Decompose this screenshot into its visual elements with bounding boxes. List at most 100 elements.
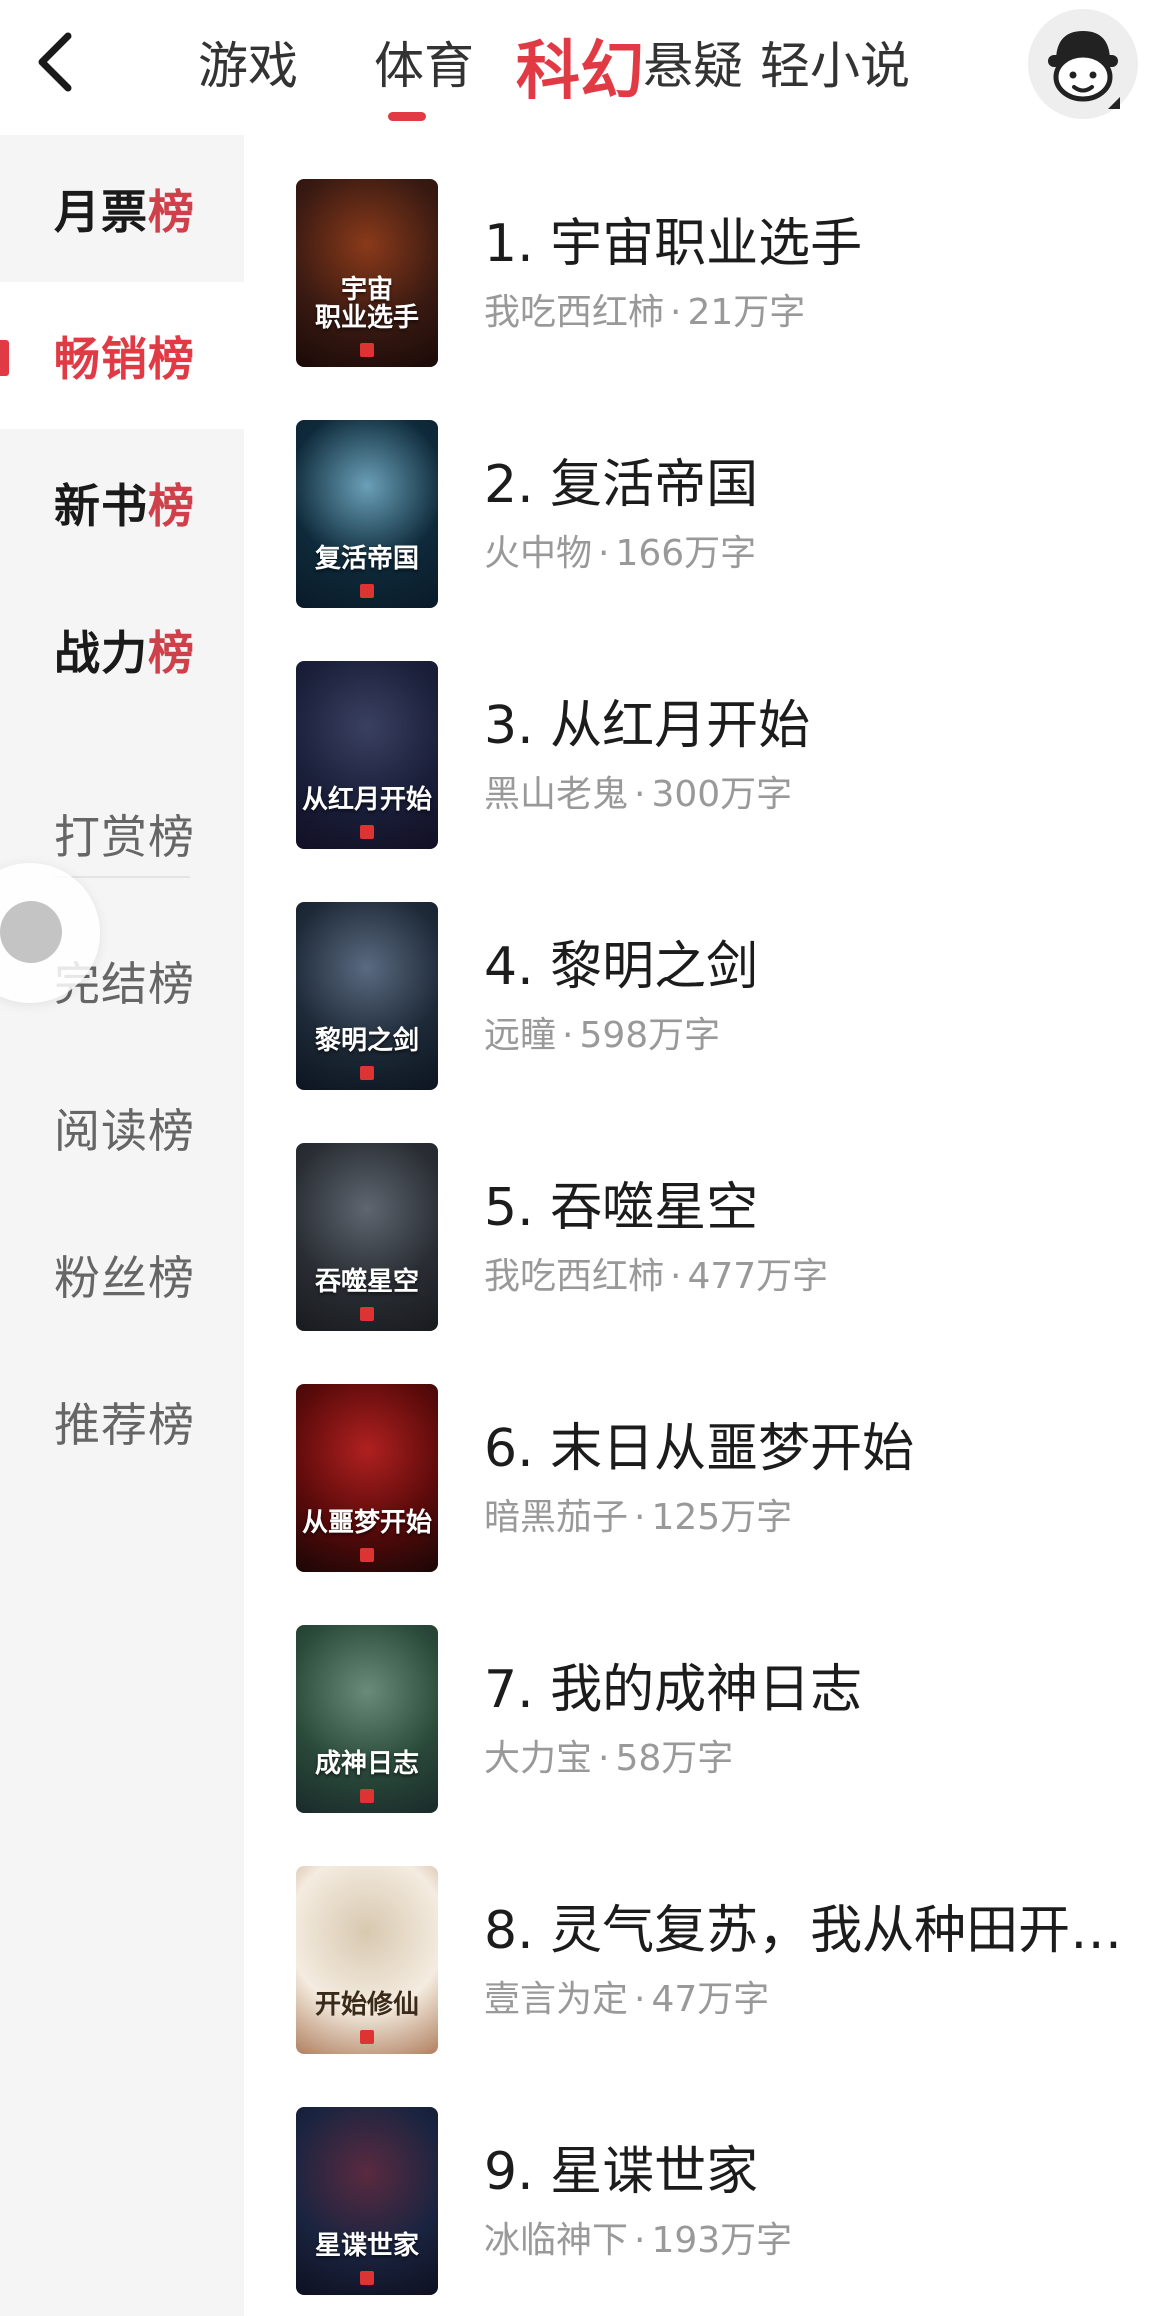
book-list-item[interactable]: 从红月开始 3. 从红月开始黑山老鬼 · 300万字 xyxy=(244,617,1176,859)
cover-title-text: 宇宙 职业选手 xyxy=(314,274,419,334)
tab-mystery[interactable]: 悬疑 xyxy=(643,26,743,98)
publisher-logo-icon xyxy=(360,343,374,357)
cover-title-text: 成神日志 xyxy=(314,1749,419,1780)
book-title[interactable]: 5. 吞噬星空 xyxy=(484,1165,1134,1240)
book-list-item[interactable]: 宇宙 职业选手 1. 宇宙职业选手我吃西红柿 · 21万字 xyxy=(244,135,1176,377)
book-word-count: 598万字 xyxy=(579,1015,721,1056)
book-word-count: 300万字 xyxy=(651,774,793,815)
sidebar-item-monthly-ticket[interactable]: 月票榜 xyxy=(0,135,244,282)
book-cover-image[interactable]: 宇宙 职业选手 xyxy=(296,179,438,367)
book-meta: 我吃西红柿 · 21万字 xyxy=(484,283,805,335)
meta-separator: · xyxy=(634,774,646,815)
book-ranking-list: 宇宙 职业选手 1. 宇宙职业选手 我吃西红柿 · 21万字 复活帝国 2. 复活帝国 火中物… xyxy=(244,135,1176,2316)
sidebar-item-power[interactable]: 战力榜 xyxy=(0,576,244,723)
book-title[interactable]: 1. 宇宙职业选手 xyxy=(484,201,1134,276)
tab-light-novel[interactable]: 轻小说 xyxy=(760,26,910,98)
book-author: 冰临神下 xyxy=(484,2220,629,2261)
sidebar-item-label: 打赏榜 xyxy=(54,809,195,864)
book-title[interactable]: 8. 灵气复苏，我从种田开始修仙 xyxy=(484,1888,1134,1963)
book-title[interactable]: 4. 黎明之剑 xyxy=(484,924,1134,999)
book-cover-image[interactable]: 成神日志 xyxy=(296,1625,438,1813)
book-title[interactable]: 3. 从红月开始 xyxy=(484,683,1134,758)
meta-separator: · xyxy=(634,2220,646,2261)
book-word-count: 58万字 xyxy=(615,1738,734,1779)
publisher-logo-icon xyxy=(360,1789,374,1803)
book-title[interactable]: 2. 复活帝国 xyxy=(484,442,1134,517)
book-cover-image[interactable]: 吞噬星空 xyxy=(296,1143,438,1331)
book-list-item[interactable]: 开始修仙 8. 灵气复苏，我从种田开始修仙壹言为定·47万字 xyxy=(244,1822,1176,2064)
cover-title-text: 从噩梦开始 xyxy=(301,1508,432,1539)
book-cover-image[interactable]: 复活帝国 xyxy=(296,420,438,608)
book-author: 黑山老鬼 xyxy=(484,774,629,815)
ranking-sidebar: 月票榜 畅销榜 新书榜 战力榜 打赏榜 完结榜 阅读榜 粉丝榜 推荐榜 xyxy=(0,135,244,2316)
publisher-logo-icon xyxy=(360,584,374,598)
book-title[interactable]: 9. 星谍世家 xyxy=(484,2129,1134,2204)
book-author: 我吃西红柿 xyxy=(484,1256,665,1297)
book-title[interactable]: 6. 末日从噩梦开始 xyxy=(484,1406,1134,1481)
cover-title-text: 复活帝国 xyxy=(314,544,419,575)
tab-games[interactable]: 游戏 xyxy=(198,26,298,98)
book-meta: 我吃西红柿 · 477万字 xyxy=(484,1247,828,1299)
sidebar-item-reading[interactable]: 阅读榜 xyxy=(0,1054,244,1201)
sidebar-item-recommend[interactable]: 推荐榜 xyxy=(0,1348,244,1495)
publisher-logo-icon xyxy=(360,2271,374,2285)
meta-separator: · xyxy=(562,1015,574,1056)
book-list-item[interactable]: 吞噬星空 5. 吞噬星空我吃西红柿 · 477万字 xyxy=(244,1099,1176,1341)
meta-separator: · xyxy=(598,1738,610,1779)
book-list-item[interactable]: 成神日志 7. 我的成神日志大力宝 · 58万字 xyxy=(244,1581,1176,1823)
cover-title-text: 开始修仙 xyxy=(314,1990,419,2021)
sidebar-item-label: 战力榜 xyxy=(54,625,195,680)
book-cover-image[interactable]: 黎明之剑 xyxy=(296,902,438,1090)
publisher-logo-icon xyxy=(360,1066,374,1080)
assistant-face-icon xyxy=(0,901,62,963)
sidebar-item-new-books[interactable]: 新书榜 xyxy=(0,429,244,576)
book-author: 暗黑茄子 xyxy=(484,1497,629,1538)
cover-title-text: 星谍世家 xyxy=(314,2231,419,2262)
meta-separator: · xyxy=(670,292,682,333)
sidebar-item-label: 推荐榜 xyxy=(54,1397,195,1452)
sidebar-item-fans[interactable]: 粉丝榜 xyxy=(0,1201,244,1348)
tabs-fade-overlay xyxy=(970,0,1010,135)
active-tab-indicator xyxy=(388,112,426,121)
book-meta: 大力宝 · 58万字 xyxy=(484,1729,733,1781)
book-author: 我吃西红柿 xyxy=(484,292,665,333)
sidebar-item-label: 阅读榜 xyxy=(54,1103,195,1158)
book-list-item[interactable]: 星谍世家 9. 星谍世家冰临神下 · 193万字 xyxy=(244,2063,1176,2305)
book-cover-image[interactable]: 从噩梦开始 xyxy=(296,1384,438,1572)
sidebar-item-bestseller[interactable]: 畅销榜 xyxy=(0,282,244,429)
book-meta: 壹言为定 · 47万字 xyxy=(484,1970,769,2022)
cover-title-text: 吞噬星空 xyxy=(314,1267,419,1298)
book-meta: 远瞳 · 598万字 xyxy=(484,1006,720,1058)
category-tabs: 游戏 体育 科幻 悬疑 轻小说 xyxy=(160,0,1010,135)
meta-separator: · xyxy=(634,1497,646,1538)
publisher-logo-icon xyxy=(360,1548,374,1562)
book-cover-image[interactable]: 开始修仙 xyxy=(296,1866,438,2054)
sidebar-item-label: 新书榜 xyxy=(54,478,195,533)
book-list-item[interactable]: 复活帝国 2. 复活帝国火中物 · 166万字 xyxy=(244,376,1176,618)
book-author: 壹言为定 xyxy=(484,1979,629,2020)
book-meta: 火中物 · 166万字 xyxy=(484,524,756,576)
book-list-item[interactable]: 黎明之剑 4. 黎明之剑远瞳 · 598万字 xyxy=(244,858,1176,1100)
publisher-logo-icon xyxy=(360,1307,374,1321)
book-word-count: 477万字 xyxy=(687,1256,829,1297)
book-title[interactable]: 7. 我的成神日志 xyxy=(484,1647,1134,1722)
book-cover-image[interactable]: 星谍世家 xyxy=(296,2107,438,2295)
book-word-count: 193万字 xyxy=(651,2220,793,2261)
avatar-button[interactable] xyxy=(1028,9,1138,119)
book-meta: 暗黑茄子 · 125万字 xyxy=(484,1488,792,1540)
meta-separator: · xyxy=(634,1979,646,2020)
tab-scifi[interactable]: 科幻 xyxy=(516,20,644,112)
tab-sports[interactable]: 体育 xyxy=(374,26,474,98)
publisher-logo-icon xyxy=(360,2030,374,2044)
active-indicator xyxy=(0,340,9,376)
book-list-item[interactable]: 从噩梦开始 6. 末日从噩梦开始暗黑茄子 · 125万字 xyxy=(244,1340,1176,1582)
book-word-count: 125万字 xyxy=(651,1497,793,1538)
sidebar-item-label: 月票榜 xyxy=(54,184,195,239)
mascot-avatar-icon xyxy=(1048,31,1120,109)
book-word-count: 21万字 xyxy=(687,292,806,333)
sidebar-item-label: 畅销榜 xyxy=(54,331,195,386)
back-button[interactable] xyxy=(28,28,88,96)
meta-separator: · xyxy=(598,533,610,574)
book-cover-image[interactable]: 从红月开始 xyxy=(296,661,438,849)
book-meta: 黑山老鬼 · 300万字 xyxy=(484,765,792,817)
